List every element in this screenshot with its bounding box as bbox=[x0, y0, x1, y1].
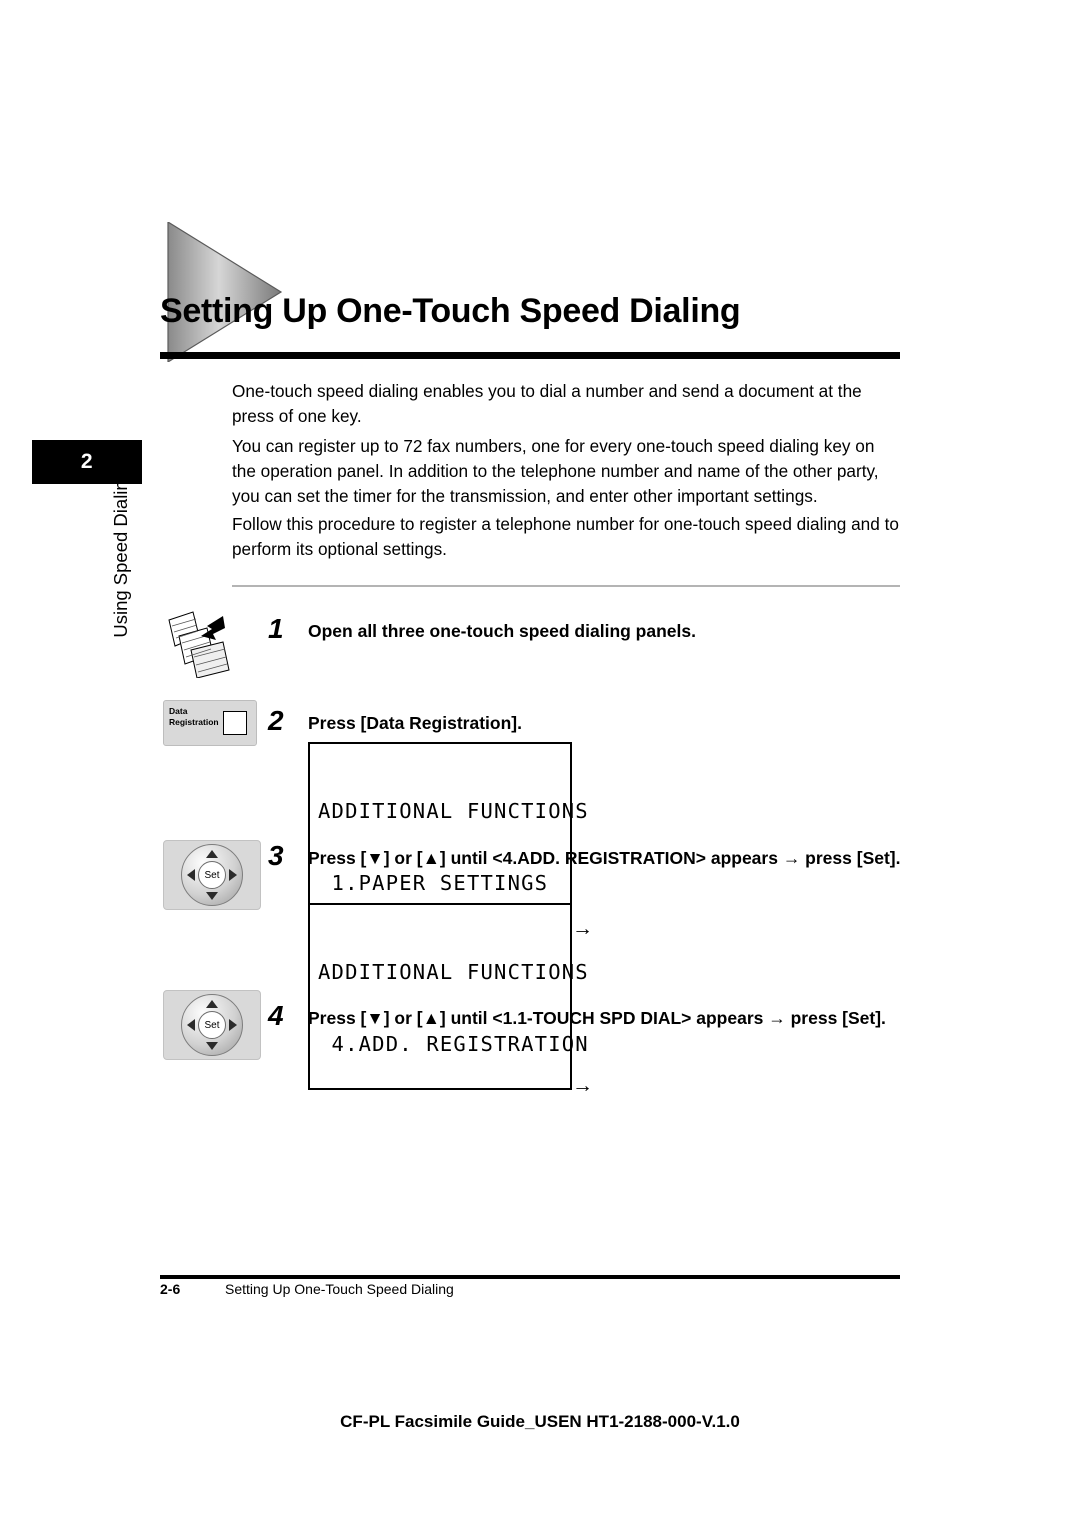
lcd-display-step-2: ADDITIONAL FUNCTIONS 1.PAPER SETTINGS bbox=[308, 742, 589, 929]
chapter-side-label: Using Speed Dialing bbox=[110, 470, 131, 638]
arrow-left-icon[interactable] bbox=[187, 1019, 195, 1031]
arrow-right-icon[interactable] bbox=[229, 869, 237, 881]
footer-running-title: Setting Up One-Touch Speed Dialing bbox=[225, 1281, 454, 1297]
chapter-side-label-wrap: Using Speed Dialing bbox=[0, 0, 131, 638]
step-4-text: Press [▼] or [▲] until <1.1-TOUCH SPD DI… bbox=[308, 1008, 886, 1028]
lcd-step-2-line-1: ADDITIONAL FUNCTIONS bbox=[318, 799, 589, 823]
arrow-pad-set-key-icon-step-4[interactable]: Set bbox=[163, 990, 261, 1060]
arrow-pad-circle: Set bbox=[181, 994, 243, 1056]
page-title: Setting Up One-Touch Speed Dialing bbox=[160, 292, 741, 330]
lcd-step-3-line-1: ADDITIONAL FUNCTIONS bbox=[318, 960, 589, 984]
section-divider bbox=[232, 585, 900, 587]
lcd-step-3-line-2: 4.ADD. REGISTRATION bbox=[318, 1032, 589, 1056]
footer-divider bbox=[160, 1275, 900, 1279]
arrow-up-icon[interactable] bbox=[206, 1000, 218, 1008]
data-registration-key-square bbox=[223, 711, 247, 735]
chapter-number: 2 bbox=[80, 450, 94, 473]
arrow-left-icon[interactable] bbox=[187, 869, 195, 881]
step-2-text: Press [Data Registration]. bbox=[308, 713, 522, 733]
step-3-number: 3 bbox=[268, 840, 284, 871]
arrow-down-icon[interactable] bbox=[206, 1042, 218, 1050]
title-divider bbox=[160, 352, 900, 359]
step-1-number: 1 bbox=[268, 613, 284, 644]
arrow-up-icon[interactable] bbox=[206, 850, 218, 858]
intro-paragraph-1: One-touch speed dialing enables you to d… bbox=[232, 381, 862, 426]
lcd-step-2-line-2: 1.PAPER SETTINGS bbox=[318, 871, 549, 895]
step-4-trailing-arrow-icon: → bbox=[572, 1074, 593, 1097]
step-1-text: Open all three one-touch speed dialing p… bbox=[308, 621, 696, 641]
intro-paragraph-2: You can register up to 72 fax numbers, o… bbox=[232, 436, 879, 506]
arrow-right-icon[interactable] bbox=[229, 1019, 237, 1031]
intro-paragraph-3: Follow this procedure to register a tele… bbox=[232, 514, 899, 559]
data-registration-key-icon[interactable]: Data Registration bbox=[163, 700, 257, 746]
step-2-number: 2 bbox=[268, 705, 284, 736]
arrow-down-icon[interactable] bbox=[206, 892, 218, 900]
arrow-pad-set-key-icon-step-3[interactable]: Set bbox=[163, 840, 261, 910]
one-touch-panels-icon bbox=[168, 611, 230, 678]
step-4-number: 4 bbox=[268, 1000, 284, 1031]
arrow-pad-circle: Set bbox=[181, 844, 243, 906]
data-registration-label-line1: Data bbox=[169, 706, 188, 716]
step-3-trailing-arrow-icon: → bbox=[572, 917, 593, 940]
lcd-display-step-3: ADDITIONAL FUNCTIONS 4.ADD. REGISTRATION bbox=[308, 903, 589, 1090]
footer-page-number: 2-6 bbox=[160, 1281, 181, 1297]
data-registration-label-line2: Registration bbox=[169, 717, 219, 727]
document-id: CF-PL Facsimile Guide_USEN HT1-2188-000-… bbox=[340, 1412, 740, 1431]
set-key-label[interactable]: Set bbox=[198, 861, 226, 889]
set-key-label[interactable]: Set bbox=[198, 1011, 226, 1039]
step-3-text: Press [▼] or [▲] until <4.ADD. REGISTRAT… bbox=[308, 848, 901, 868]
